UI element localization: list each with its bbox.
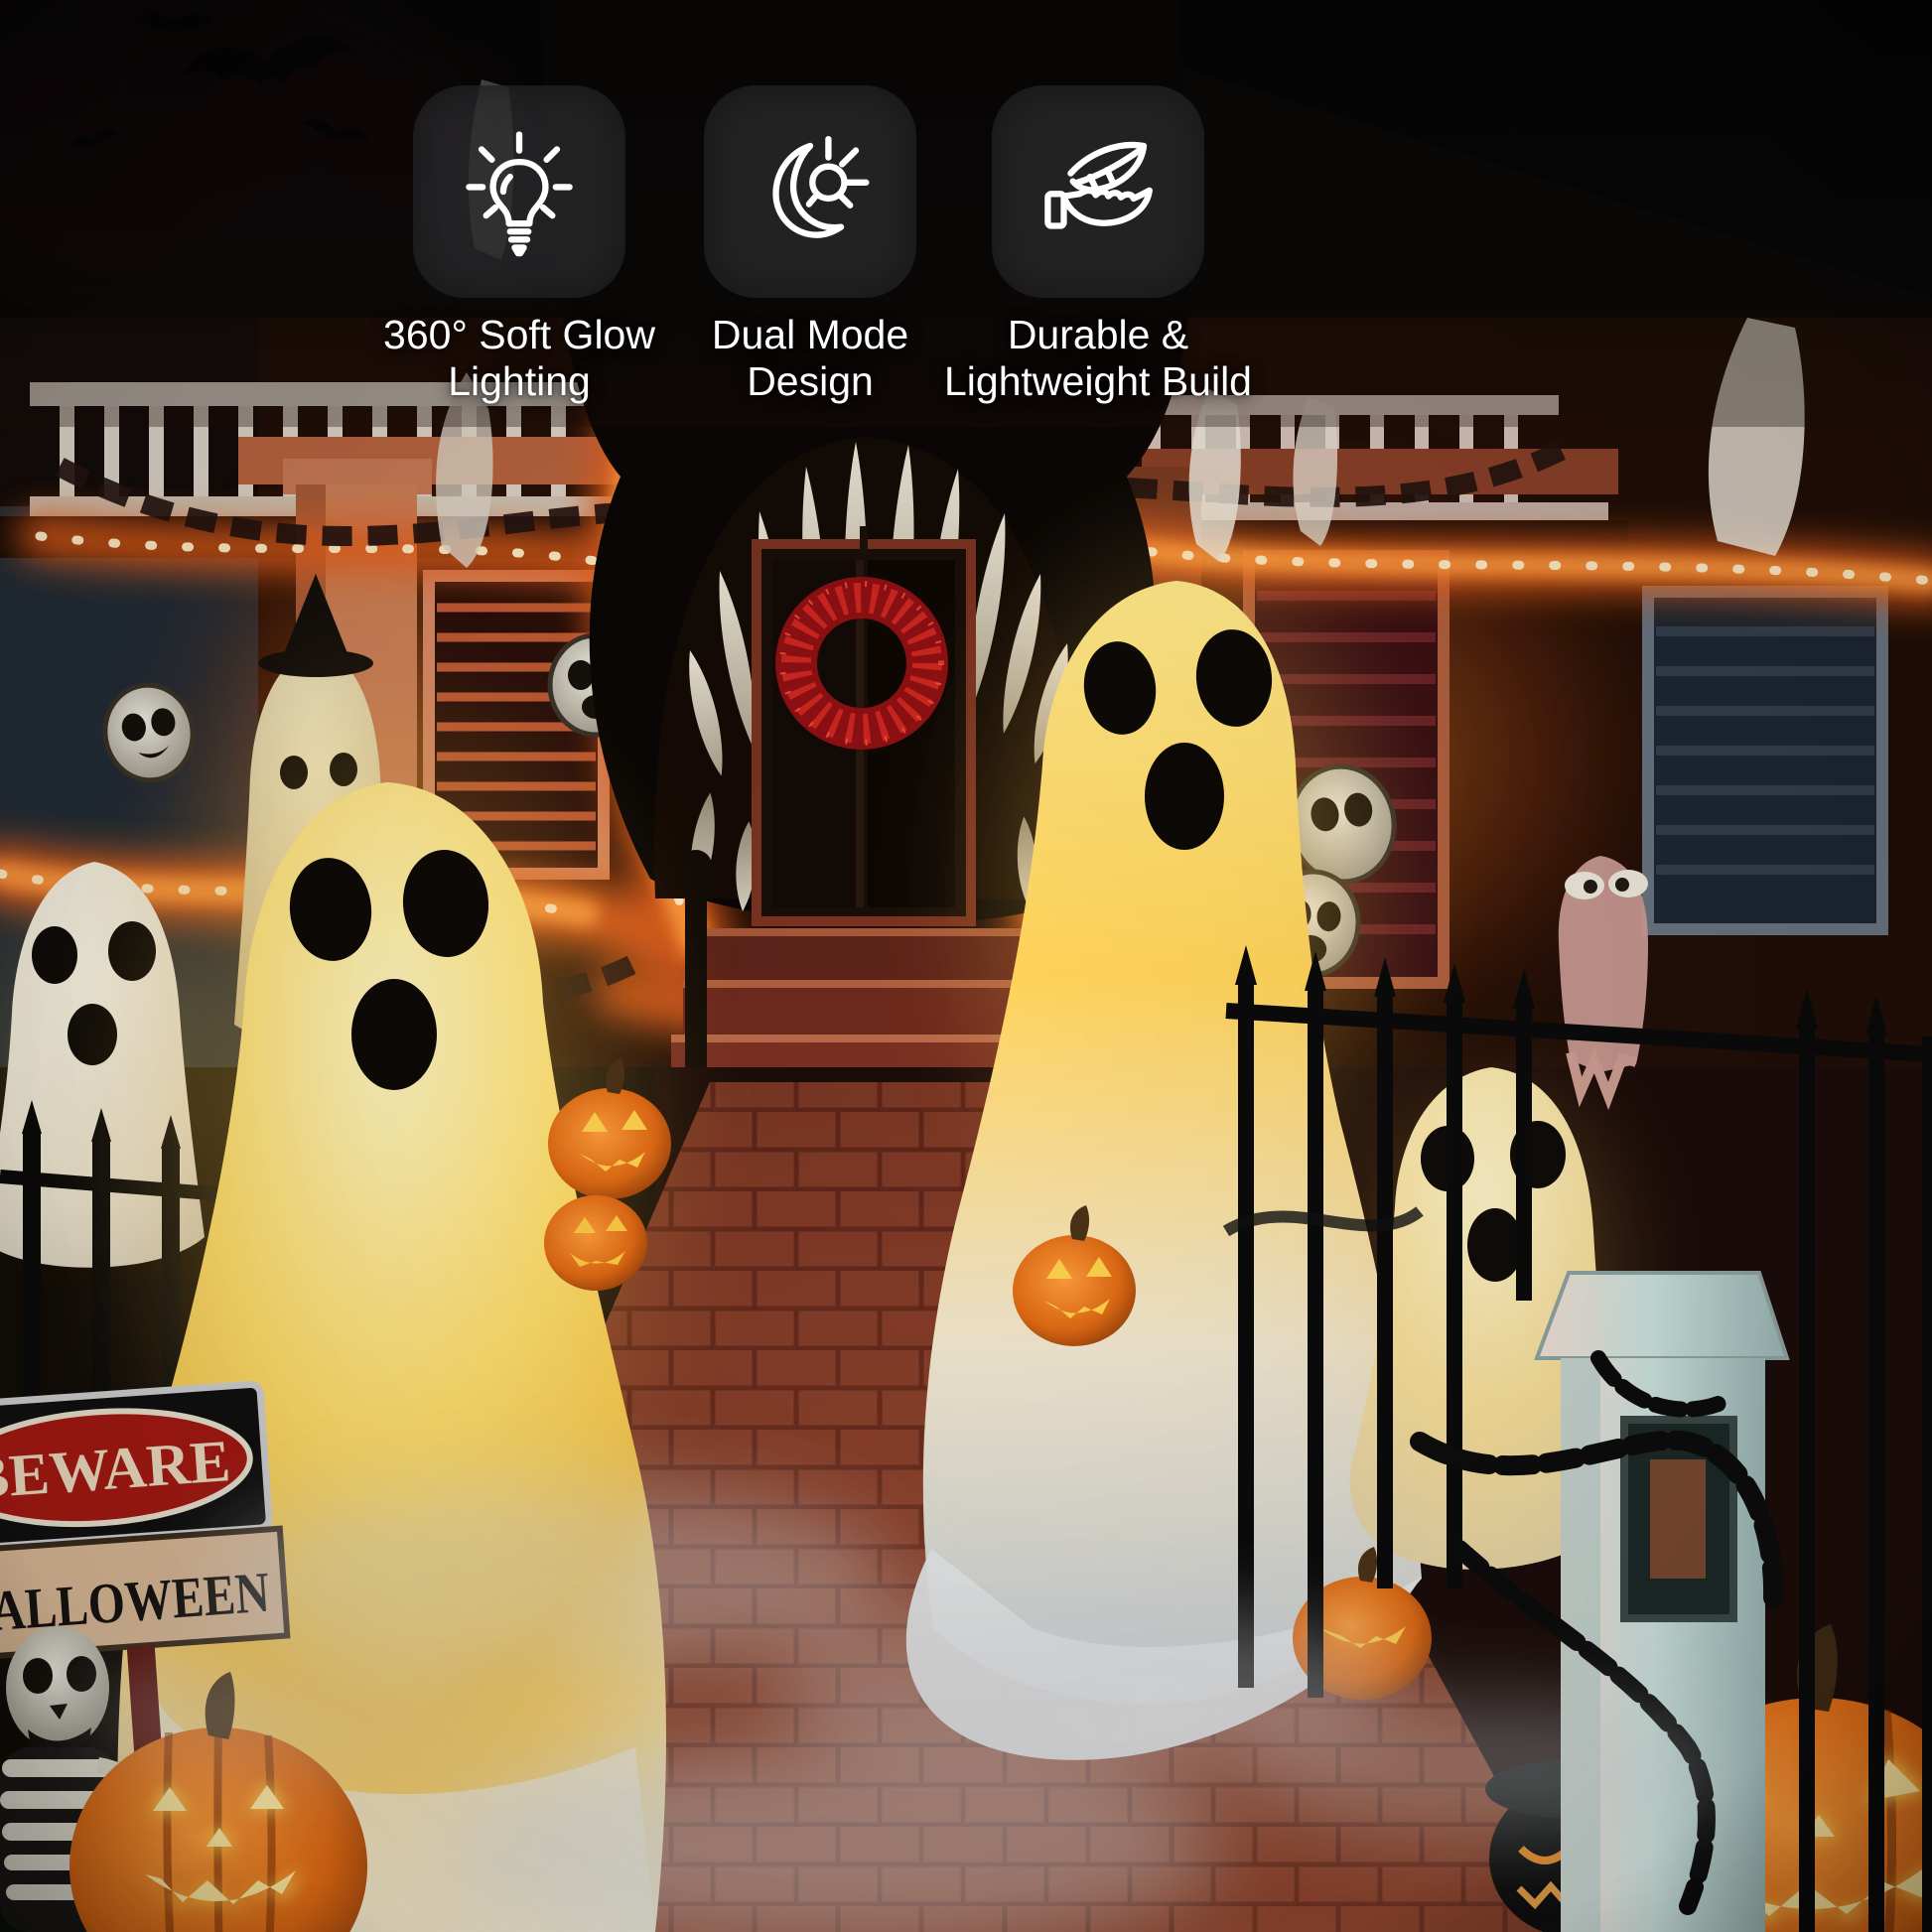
moon-sun-icon	[742, 123, 879, 260]
feature-line: Durable &	[919, 312, 1277, 358]
night-scene-illustration: BEWARE HALLOWEEN	[0, 0, 1932, 1932]
light-bulb-rays-icon	[451, 123, 588, 260]
feature-label-durable: Durable & Lightweight Build	[919, 312, 1277, 404]
hand-holding-feather-icon	[1030, 123, 1167, 260]
feature-card-soft-glow	[413, 85, 625, 298]
feature-line: Lightweight Build	[919, 358, 1277, 405]
halloween-product-scene: BEWARE HALLOWEEN	[0, 0, 1932, 1932]
feature-card-dual-mode	[704, 85, 916, 298]
feature-card-durable-lightweight	[992, 85, 1204, 298]
